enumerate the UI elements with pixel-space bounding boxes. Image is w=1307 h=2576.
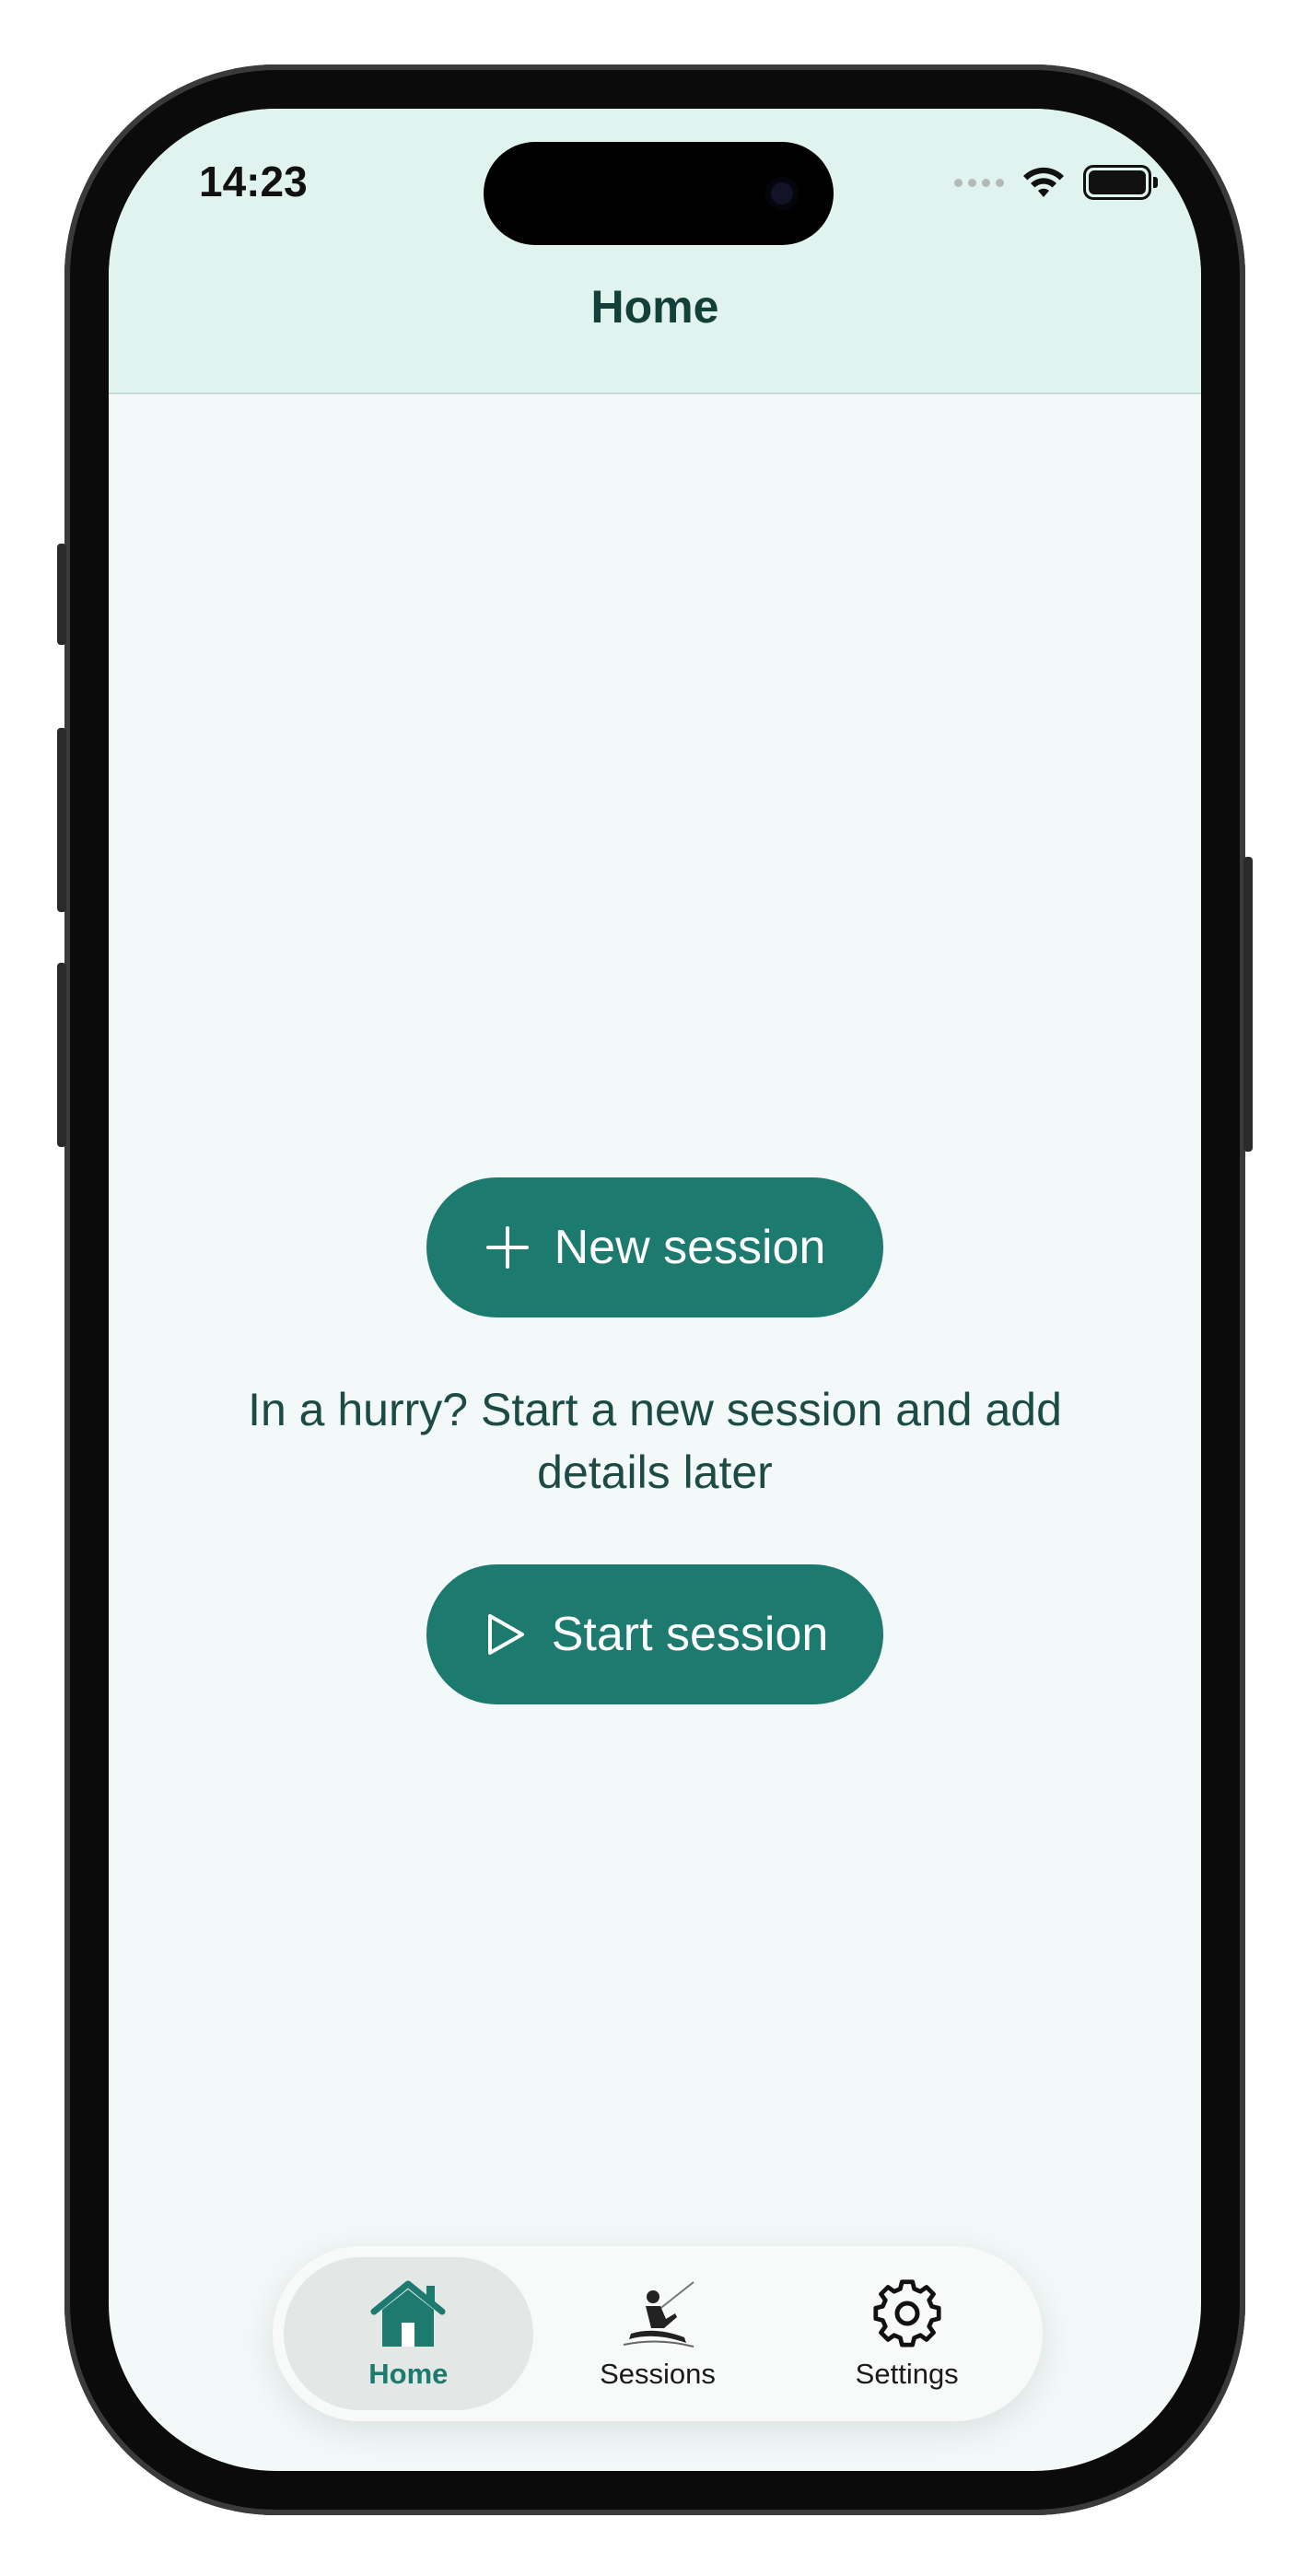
tab-sessions[interactable]: Sessions	[533, 2257, 783, 2410]
hint-text: In a hurry? Start a new session and add …	[248, 1384, 1062, 1498]
start-session-label: Start session	[551, 1608, 829, 1661]
fisherman-icon	[623, 2281, 694, 2348]
status-icons	[954, 162, 1158, 203]
tab-settings[interactable]: Settings	[782, 2257, 1032, 2410]
page-title: Home	[590, 281, 719, 333]
play-icon	[487, 1614, 524, 1655]
nav-header: 14:23 Home	[109, 109, 1201, 394]
battery-icon	[1083, 165, 1158, 200]
tab-sessions-label: Sessions	[600, 2358, 716, 2390]
start-session-button[interactable]: Start session	[426, 1564, 883, 1704]
new-session-button[interactable]: New session	[426, 1177, 883, 1317]
cellular-signal-icon	[954, 178, 1004, 187]
new-session-label: New session	[554, 1221, 826, 1274]
tab-settings-label: Settings	[855, 2358, 959, 2390]
wifi-icon	[1023, 167, 1064, 197]
volume-up-button	[57, 728, 66, 912]
plus-icon	[485, 1226, 529, 1269]
volume-down-button	[57, 963, 66, 1147]
power-button	[1243, 857, 1253, 1152]
tab-bar: Home Sessions Settings	[273, 2246, 1043, 2421]
house-icon	[370, 2280, 446, 2347]
tab-home[interactable]: Home	[284, 2257, 533, 2410]
tab-home-label: Home	[368, 2358, 449, 2390]
screen: 14:23 Home New session In a hurry? Start…	[109, 109, 1201, 2471]
main-content: New session In a hurry? Start a new sess…	[109, 1177, 1201, 1704]
status-time: 14:23	[199, 158, 308, 205]
gear-icon	[873, 2279, 941, 2348]
camera-icon	[765, 177, 799, 210]
dynamic-island	[484, 142, 834, 245]
action-button	[57, 544, 66, 645]
